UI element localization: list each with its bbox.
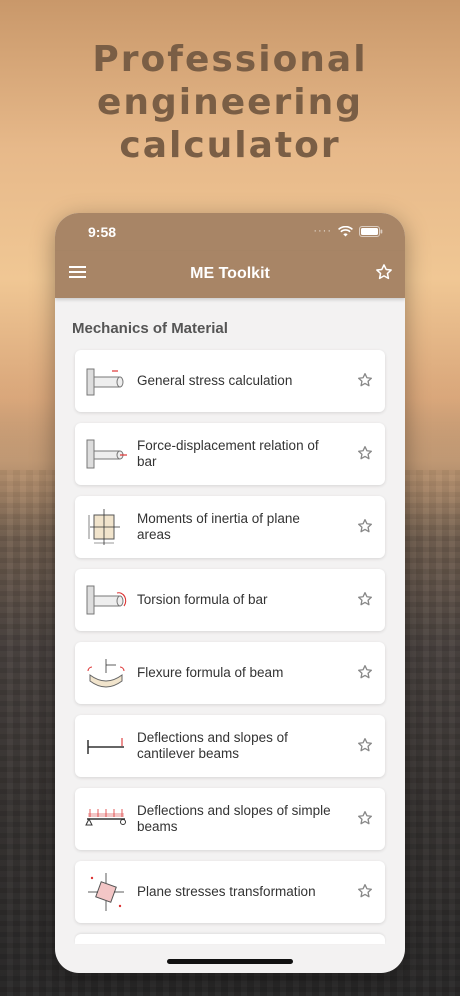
headline-line-3: calculator (119, 125, 341, 166)
item-label: Moments of inertia of plane areas (137, 511, 300, 542)
signal-icon: ···· (313, 225, 332, 237)
star-outline-icon[interactable] (357, 664, 373, 680)
list-item[interactable]: General stress calculation (75, 350, 385, 412)
favorites-star-icon[interactable] (375, 263, 393, 281)
bar-axial-force-icon (86, 439, 127, 469)
item-label: General stress calculation (137, 373, 293, 388)
app-bar: ME Toolkit (55, 251, 405, 298)
status-time: 9:58 (88, 224, 117, 240)
app-title: ME Toolkit (190, 265, 270, 282)
star-outline-icon[interactable] (357, 810, 373, 826)
item-label: Flexure formula of beam (137, 665, 284, 680)
bar-torsion-icon (86, 585, 127, 615)
item-label: Force-displacement relation of bar (137, 438, 319, 469)
list-item[interactable]: Deflections and slopes of cantilever bea… (75, 715, 385, 777)
star-outline-icon[interactable] (357, 372, 373, 388)
list-item[interactable]: Flexure formula of beam (75, 642, 385, 704)
list-item[interactable]: Moments of inertia of plane areas (75, 496, 385, 558)
list-item[interactable]: Force-displacement relation of bar (75, 423, 385, 485)
status-icons: ···· (313, 225, 383, 237)
list-item[interactable]: Plane stresses transformation (75, 861, 385, 923)
stress-element-icon (88, 873, 124, 911)
home-indicator (167, 959, 293, 964)
calculator-list: Mechanics of Material General stress cal… (55, 320, 405, 944)
item-label: Deflections and slopes of cantilever bea… (137, 730, 288, 761)
rectangle-section-icon (88, 509, 120, 545)
list-item[interactable]: Torsion formula of bar (75, 569, 385, 631)
headline-line-2: engineering (96, 82, 364, 123)
item-label: Deflections and slopes of simple beams (137, 803, 331, 834)
cantilever-beam-icon (87, 738, 124, 754)
star-outline-icon[interactable] (357, 737, 373, 753)
status-bar: 9:58 ···· (55, 213, 405, 251)
star-outline-icon[interactable] (357, 883, 373, 899)
star-outline-icon[interactable] (357, 518, 373, 534)
section-title: Mechanics of Material (72, 320, 228, 337)
item-label: Plane stresses transformation (137, 884, 316, 899)
headline-line-1: Professional (92, 39, 368, 80)
star-outline-icon[interactable] (357, 445, 373, 461)
item-label: Torsion formula of bar (137, 592, 268, 607)
phone-screen: 9:58 ···· ME Toolkit Mechanics of Materi… (55, 213, 405, 973)
star-outline-icon[interactable] (357, 591, 373, 607)
beam-bending-icon (87, 659, 125, 688)
promo-headline: Professional engineering calculator (0, 38, 460, 167)
battery-icon (359, 225, 383, 237)
wifi-icon (338, 225, 353, 236)
cantilever-bar-icon (86, 368, 124, 396)
list-item[interactable]: Deflections and slopes of simple beams (75, 788, 385, 850)
list-item-partial[interactable] (75, 934, 385, 944)
simple-beam-icon (85, 809, 126, 826)
